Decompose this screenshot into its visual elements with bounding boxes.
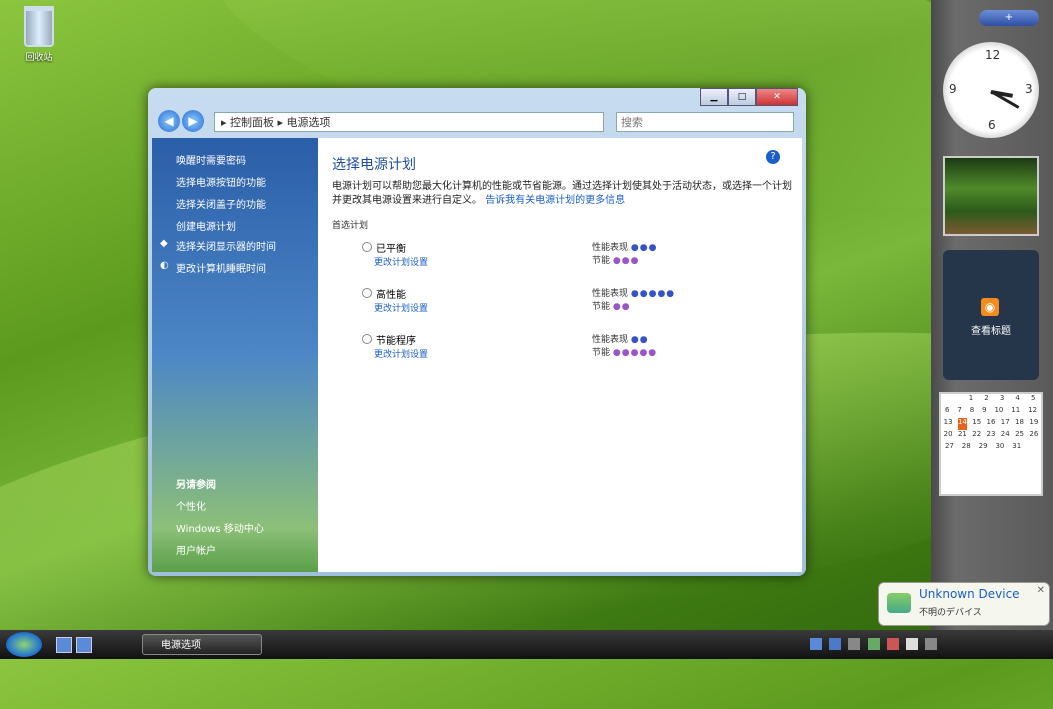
calendar-row: 13 14 15 16 17 18 19	[941, 418, 1041, 430]
shield-icon: ◆	[160, 238, 168, 249]
see-also-link[interactable]: 个性化	[176, 498, 206, 513]
moon-icon: ◐	[160, 260, 169, 271]
help-icon[interactable]: ?	[766, 150, 780, 164]
network-icon[interactable]	[867, 638, 880, 650]
recycle-bin-label: 回收站	[25, 53, 53, 63]
plan-rating: 性能表现 ●● 节能 ●●●●●	[592, 335, 658, 358]
tray-icon[interactable]	[848, 638, 861, 650]
task-pane: 唤醒时需要密码 选择电源按钮的功能 选择关闭盖子的功能 创建电源计划 ◆ 选择关…	[152, 138, 318, 572]
search-input[interactable]: 搜索	[616, 112, 794, 132]
show-desktop-icon[interactable]	[56, 637, 72, 653]
see-also-link[interactable]: Windows 移动中心	[176, 520, 264, 535]
feed-headlines-gadget[interactable]: ◉ 查看标题	[943, 250, 1039, 380]
tray-icon[interactable]	[810, 638, 822, 650]
start-button[interactable]	[6, 632, 42, 657]
radio-button[interactable]	[362, 242, 372, 252]
change-plan-link[interactable]: 更改计划设置	[374, 350, 428, 360]
system-tray	[808, 634, 1048, 655]
plan-high-performance[interactable]: 高性能 更改计划设置	[362, 286, 428, 314]
switch-windows-icon[interactable]	[76, 637, 92, 653]
change-plan-link[interactable]: 更改计划设置	[374, 258, 428, 268]
page-description: 电源计划可以帮助您最大化计算机的性能或节省能源。通过选择计划使其处于活动状态，或…	[332, 181, 792, 206]
calendar-row: 27 28 29 30 31	[944, 442, 1022, 450]
see-also-link[interactable]: 用户帐户	[176, 542, 216, 557]
power-options-window: ▁ □ ✕ ◀ ▶ ▸ 控制面板 ▸ 电源选项 搜索 唤醒时需要密码 选择电源按…	[148, 88, 806, 576]
tray-clock[interactable]	[944, 638, 956, 650]
device-icon	[887, 593, 911, 613]
back-button[interactable]: ◀	[158, 110, 180, 132]
window-content: 唤醒时需要密码 选择电源按钮的功能 选择关闭盖子的功能 创建电源计划 ◆ 选择关…	[152, 138, 802, 572]
main-pane: ? 选择电源计划 电源计划可以帮助您最大化计算机的性能或节省能源。通过选择计划使…	[332, 148, 792, 562]
minimize-button[interactable]: ▁	[700, 88, 728, 106]
windows-sidebar: + 12 3 6 9 ◉ 查看标题 12345 6 7 8 9 10 11 12 13 14 1…	[931, 0, 1053, 630]
plan-power-saver[interactable]: 节能程序 更改计划设置	[362, 332, 428, 360]
balloon-subtitle: 不明のデバイス	[919, 608, 982, 618]
nav-link[interactable]: 更改计算机睡眠时间	[176, 260, 266, 275]
change-plan-link[interactable]: 更改计划设置	[374, 304, 428, 314]
taskbar-button[interactable]: 电源选项	[142, 634, 262, 655]
notification-balloon[interactable]: Unknown Device 不明のデバイス ✕	[878, 582, 1050, 626]
close-button[interactable]: ✕	[756, 88, 798, 106]
learn-more-link[interactable]: 告诉我有关电源计划的更多信息	[485, 195, 625, 206]
plan-rating: 性能表现 ●●● 节能 ●●●	[592, 243, 658, 266]
nav-link[interactable]: 选择电源按钮的功能	[176, 174, 266, 189]
volume-icon[interactable]	[905, 638, 918, 650]
calendar-row: 12345	[968, 394, 1036, 402]
maximize-button[interactable]: □	[728, 88, 756, 106]
plan-balanced[interactable]: 已平衡 更改计划设置	[362, 240, 428, 268]
sidebar-add-button[interactable]: +	[979, 10, 1039, 26]
window-controls: ▁ □ ✕	[700, 88, 798, 106]
see-also-title: 另请参阅	[176, 480, 216, 491]
security-icon[interactable]	[886, 638, 899, 650]
clock-gadget[interactable]: 12 3 6 9	[943, 42, 1039, 138]
nav-link[interactable]: 创建电源计划	[176, 218, 236, 233]
clock-number: 12	[985, 48, 1001, 62]
clock-number: 9	[949, 82, 957, 96]
calendar-gadget[interactable]: 12345 6 7 8 9 10 11 12 13 14 15 16 17 18 19 20 21 22 23…	[939, 392, 1043, 496]
recycle-bin-icon	[24, 6, 54, 47]
breadcrumb[interactable]: ▸ 控制面板 ▸ 电源选项	[214, 112, 604, 132]
address-bar: ◀ ▶ ▸ 控制面板 ▸ 电源选项 搜索	[158, 110, 796, 136]
taskbar: 电源选项	[0, 630, 1053, 659]
balloon-close-button[interactable]: ✕	[1037, 585, 1045, 596]
section-label: 首选计划	[332, 221, 369, 231]
calendar-row: 20 21 22 23 24 25 26	[943, 430, 1039, 438]
page-title: 选择电源计划	[332, 157, 416, 173]
nav-link[interactable]: 唤醒时需要密码	[176, 152, 246, 167]
balloon-title: Unknown Device	[919, 587, 1020, 601]
rss-icon: ◉	[981, 298, 999, 316]
calendar-row: 6 7 8 9 10 11 12	[944, 406, 1038, 414]
recycle-bin[interactable]: 回收站	[14, 6, 64, 63]
forward-button[interactable]: ▶	[182, 110, 204, 132]
plan-rating: 性能表现 ●●●●● 节能 ●●	[592, 289, 676, 312]
nav-link[interactable]: 选择关闭盖子的功能	[176, 196, 266, 211]
power-icon[interactable]	[925, 638, 938, 650]
radio-button[interactable]	[362, 334, 372, 344]
nav-link[interactable]: 选择关闭显示器的时间	[176, 238, 276, 253]
clock-number: 3	[1025, 82, 1033, 96]
radio-button[interactable]	[362, 288, 372, 298]
clock-number: 6	[988, 118, 996, 132]
slideshow-gadget[interactable]	[943, 156, 1039, 236]
feed-label[interactable]: 查看标题	[943, 322, 1039, 337]
tray-icon[interactable]	[829, 638, 842, 650]
